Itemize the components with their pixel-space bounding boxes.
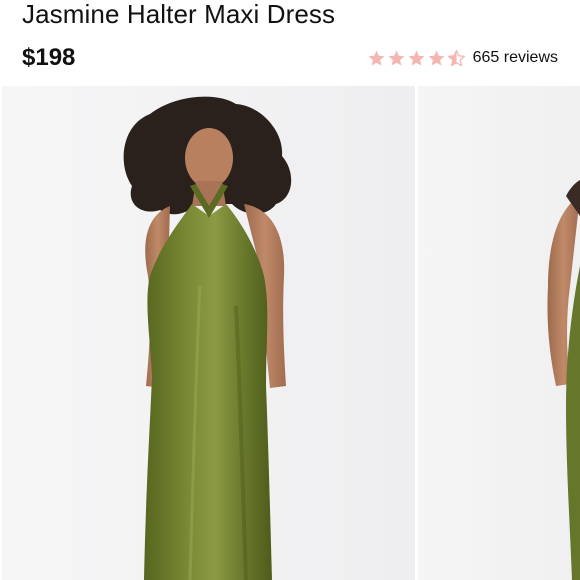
- reviews-link[interactable]: 665 reviews: [473, 47, 558, 69]
- half-star-icon: [447, 49, 466, 68]
- star-icon: [407, 49, 426, 68]
- star-icon: [387, 49, 406, 68]
- product-image-1[interactable]: [2, 86, 415, 580]
- model-face: [185, 128, 233, 188]
- rating-summary[interactable]: 665 reviews: [367, 46, 558, 70]
- product-title: Jasmine Halter Maxi Dress: [22, 0, 336, 29]
- product-gallery[interactable]: [0, 86, 580, 580]
- star-icon: [427, 49, 446, 68]
- product-price: $198: [22, 44, 76, 71]
- star-icon: [367, 49, 386, 68]
- dress: [144, 204, 272, 580]
- product-image-2[interactable]: [418, 86, 580, 580]
- star-rating: [367, 49, 466, 68]
